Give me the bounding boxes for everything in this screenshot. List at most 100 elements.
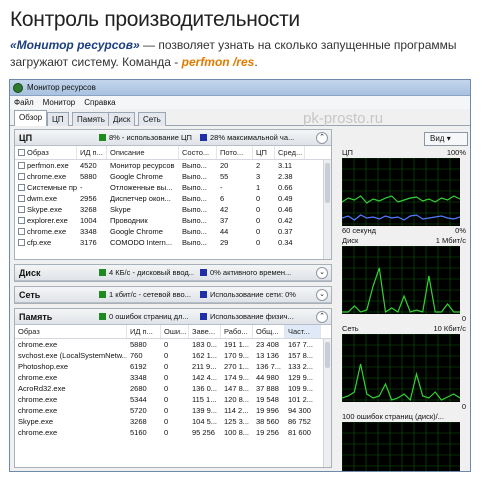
disk-section-header[interactable]: Диск 4 КБ/с - дисковый ввод... 0% активн… [15, 265, 331, 281]
cpu-cell: dwm.exe [15, 193, 77, 204]
cpu-scrollbar[interactable] [323, 160, 331, 259]
col-image[interactable]: Образ [15, 325, 127, 338]
table-row[interactable]: chrome.exe 3348 0 142 4... 174 9... 44 980 129… [15, 372, 331, 383]
row-checkbox[interactable] [18, 173, 25, 180]
expand-chevron-icon[interactable]: ⌄ [316, 289, 328, 301]
menu-help[interactable]: Справка [84, 98, 115, 107]
tab-memory[interactable]: Память [72, 112, 110, 126]
blue-indicator-icon [200, 291, 207, 298]
cpu-cell: 0 [256, 216, 261, 225]
col-status[interactable]: Состо... [179, 146, 217, 159]
table-row[interactable]: cfp.exe 3176 COMODO Intern... Выпо... 29 0 0.3… [15, 237, 331, 248]
table-row[interactable]: chrome.exe 5880 0 183 0... 191 1... 23 408 167… [15, 339, 331, 350]
memory-cell: 0 [164, 395, 169, 404]
cpu-cell: Google Chrome [110, 172, 163, 181]
tab-cpu[interactable]: ЦП [47, 112, 69, 126]
tab-network[interactable]: Сеть [138, 112, 166, 126]
table-row[interactable]: Skype.exe 3268 Skype Выпо... 42 0 0.46 [15, 204, 331, 215]
col-commit[interactable]: Заве... [189, 325, 221, 338]
col-average[interactable]: Сред... [275, 146, 305, 159]
col-faults[interactable]: Оши... [161, 325, 189, 338]
col-pid[interactable]: ИД п... [77, 146, 107, 159]
cpu-cell: Skype [110, 205, 131, 214]
col-pid[interactable]: ИД п... [127, 325, 161, 338]
menu-file[interactable]: Файл [14, 98, 34, 107]
select-all-checkbox[interactable] [18, 149, 25, 156]
col-private[interactable]: Част... [285, 325, 321, 338]
row-checkbox[interactable] [18, 228, 25, 235]
article-heading: Контроль производительности [10, 8, 300, 31]
table-row[interactable]: Photoshop.exe 6192 0 211 9... 270 1... 136 7.… [15, 361, 331, 372]
cpu-cell: Диспетчер окон... [110, 194, 171, 203]
memory-cell: 23 408 [256, 340, 279, 349]
table-row[interactable]: chrome.exe 3348 Google Chrome Выпо... 44 0 0.3… [15, 226, 331, 237]
memory-cell: 19 996 [256, 406, 279, 415]
memory-cell: Skype.exe [18, 417, 54, 426]
memory-section-header[interactable]: Память 0 ошибок страниц дл... Использова… [15, 309, 331, 325]
table-row[interactable]: chrome.exe 5880 Google Chrome Выпо... 55 3 2.3… [15, 171, 331, 182]
col-threads[interactable]: Пото... [217, 146, 253, 159]
tab-overview[interactable]: Обзор [14, 110, 48, 126]
memory-cell: 86 752 [288, 417, 311, 426]
row-checkbox[interactable] [18, 217, 25, 224]
cpu-cell: Проводник [110, 216, 148, 225]
row-checkbox[interactable] [18, 195, 25, 202]
col-working-set[interactable]: Рабо... [221, 325, 253, 338]
tab-disk[interactable]: Диск [108, 112, 136, 126]
green-indicator-icon [99, 134, 106, 141]
row-checkbox[interactable] [18, 206, 25, 213]
col-description[interactable]: Описание [107, 146, 179, 159]
memory-cell: 2680 [130, 384, 147, 393]
network-section-header[interactable]: Сеть 1 кбит/с - сетевой вво... Использов… [15, 287, 331, 303]
table-row[interactable]: AcroRd32.exe 2680 0 136 0... 147 8... 37 888 1… [15, 383, 331, 394]
scrollbar-thumb[interactable] [325, 163, 330, 203]
menu-monitor[interactable]: Монитор [43, 98, 76, 107]
table-row[interactable]: Skype.exe 3268 0 104 5... 125 3... 38 560 86 7… [15, 416, 331, 427]
table-row[interactable]: chrome.exe 5720 0 139 9... 114 2... 19 996 94 … [15, 405, 331, 416]
graph-canvas [342, 158, 460, 226]
row-checkbox[interactable] [18, 162, 25, 169]
memory-cell: 760 [130, 351, 143, 360]
cpu-table: perfmon.exe 4520 Монитор ресурсов Выпо... 20… [15, 160, 331, 248]
cpu-section-header[interactable]: ЦП 8% - использование ЦП 28% максимально… [15, 130, 331, 146]
graph-title: Сеть [342, 324, 359, 333]
col-shareable[interactable]: Общ... [253, 325, 285, 338]
table-row[interactable]: chrome.exe 5344 0 115 1... 120 8... 19 548 101… [15, 394, 331, 405]
memory-cell: Photoshop.exe [18, 362, 69, 371]
scrollbar-thumb[interactable] [325, 342, 330, 368]
memory-cell: 0 [164, 351, 169, 360]
graph-max: 100% [446, 148, 466, 157]
watermark: pk-prosto.ru [303, 110, 384, 127]
cpu-cell: Выпо... [182, 216, 207, 225]
col-image[interactable]: Образ [15, 146, 77, 159]
cpu-cell: 5880 [80, 172, 97, 181]
cpu-column-headers: Образ ИД п... Описание Состо... Пото... … [15, 146, 331, 160]
title-bar[interactable]: Монитор ресурсов [10, 80, 470, 96]
table-row[interactable]: Системные пр...-Отложенные вы...Выпо...-… [15, 182, 331, 193]
cpu-cell: 44 [220, 227, 229, 236]
table-row[interactable]: perfmon.exe 4520 Монитор ресурсов Выпо... 20… [15, 160, 331, 171]
table-row[interactable]: explorer.exe 1004 Проводник Выпо... 37 0 0.42 [15, 215, 331, 226]
graph-title: ЦП [342, 148, 353, 157]
disk-section: Диск 4 КБ/с - дисковый ввод... 0% активн… [14, 264, 332, 282]
expand-chevron-icon[interactable]: ⌄ [316, 267, 328, 279]
memory-stat-physical: Использование физич... [210, 312, 294, 321]
memory-cell: 133 2... [288, 362, 314, 371]
row-checkbox[interactable] [18, 184, 25, 191]
collapse-chevron-icon[interactable]: ⌃ [316, 311, 328, 323]
memory-cell: 125 3... [224, 417, 250, 426]
view-dropdown[interactable]: Вид ▾ [424, 132, 468, 146]
blue-indicator-icon [200, 269, 207, 276]
cpu-cell: 42 [220, 205, 229, 214]
col-cpu[interactable]: ЦП [253, 146, 275, 159]
memory-scrollbar[interactable] [323, 339, 331, 467]
memory-cell: 3348 [130, 373, 147, 382]
row-checkbox[interactable] [18, 239, 25, 246]
table-row[interactable]: chrome.exe 5160 0 95 256 100 8... 19 256 81 60… [15, 427, 331, 438]
graph-title: Диск [342, 236, 359, 245]
collapse-chevron-icon[interactable]: ⌃ [316, 132, 328, 144]
memory-cell: chrome.exe [18, 428, 58, 437]
table-row[interactable]: dwm.exe 2956 Диспетчер окон... Выпо... 6 0 0.4… [15, 193, 331, 204]
cpu-cell: Google Chrome [110, 227, 163, 236]
table-row[interactable]: svchost.exe (LocalSystemNetw... 760 0 162 1… [15, 350, 331, 361]
